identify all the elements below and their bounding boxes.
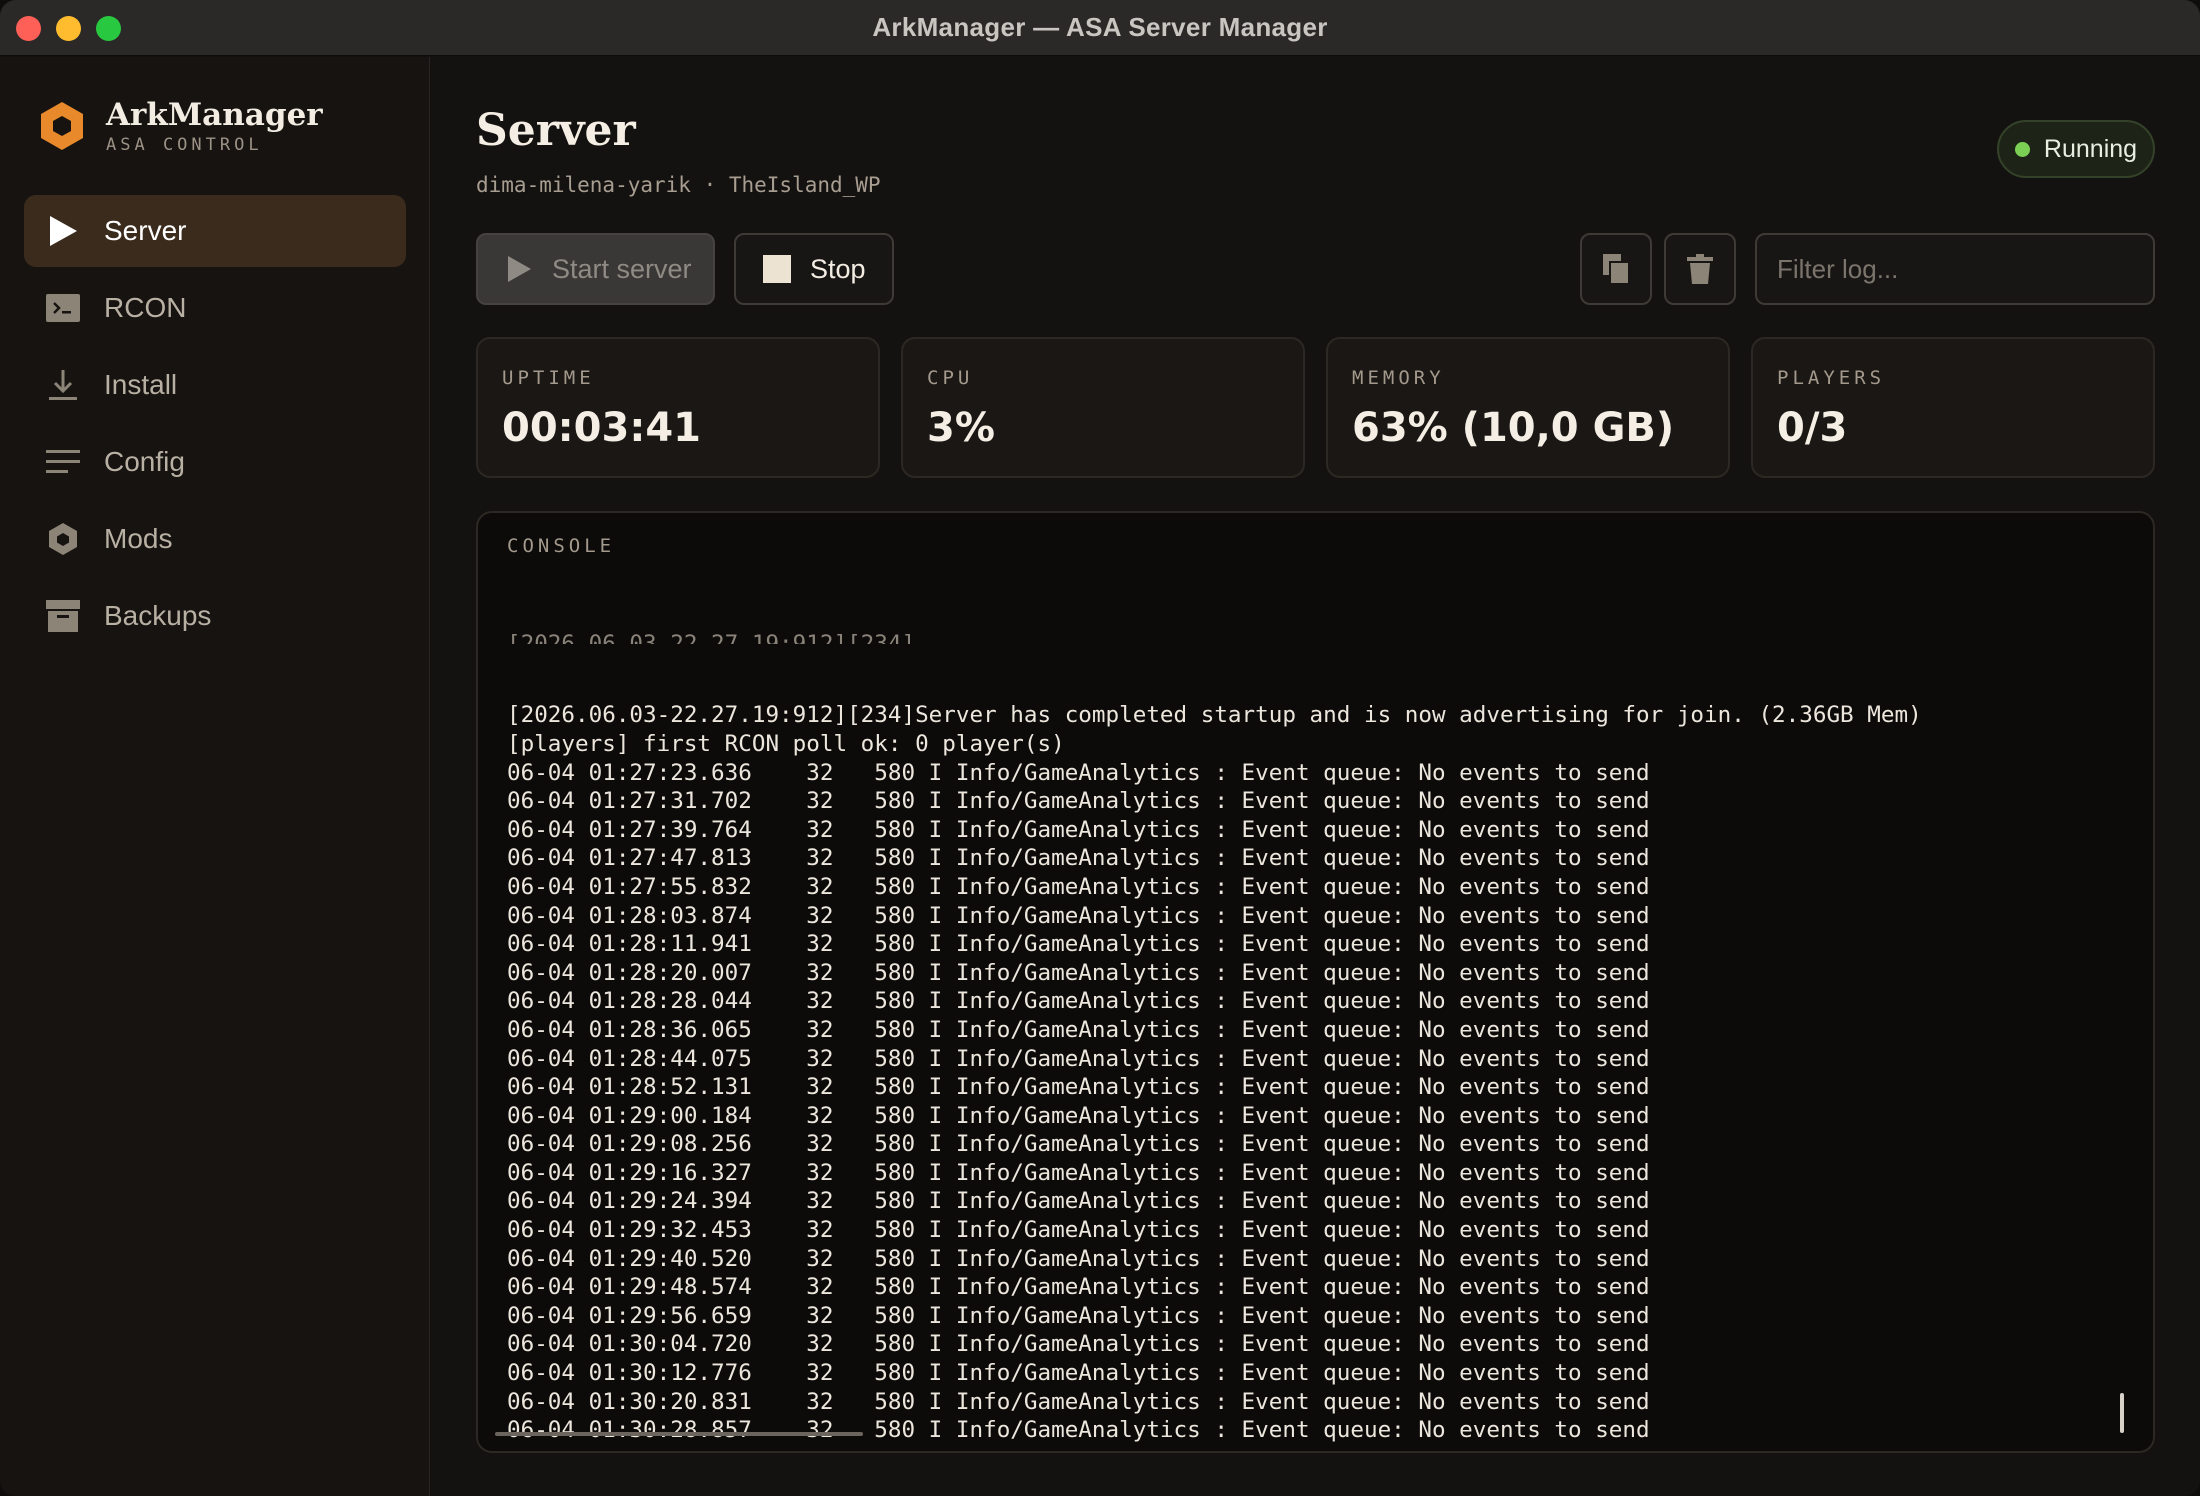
- console-line: 06-04 01:28:52.131 32 580 I Info/GameAna…: [507, 1074, 1650, 1101]
- stop-square-icon: [762, 254, 792, 284]
- title-bar: ArkManager — ASA Server Manager: [0, 0, 2200, 56]
- minimize-window-button[interactable]: [56, 16, 81, 41]
- sidebar-nav: Server RCON Install Config Mods Backups: [24, 195, 406, 657]
- console-line: 06-04 01:29:40.520 32 580 I Info/GameAna…: [507, 1245, 1650, 1272]
- console-line: [players] first RCON poll ok: 0 player(s…: [507, 730, 1065, 757]
- console-line: 06-04 01:29:00.184 32 580 I Info/GameAna…: [507, 1102, 1650, 1129]
- stat-label: UPTIME: [502, 367, 595, 389]
- console-line: 06-04 01:28:36.065 32 580 I Info/GameAna…: [507, 1016, 1650, 1043]
- console-panel: CONSOLE [2026.06.03-22.27.19:912][234] […: [476, 511, 2155, 1453]
- sidebar-item-label: Mods: [104, 523, 173, 554]
- start-server-label: Start server: [552, 253, 692, 284]
- sidebar-item-label: RCON: [104, 292, 187, 323]
- sidebar-item-backups[interactable]: Backups: [24, 580, 406, 652]
- players-card: PLAYERS 0/3: [1751, 337, 2155, 478]
- sidebar-item-rcon[interactable]: RCON: [24, 272, 406, 344]
- cpu-card: CPU 3%: [901, 337, 1305, 478]
- horizontal-scrollbar-thumb[interactable]: [495, 1432, 863, 1436]
- sidebar-item-config[interactable]: Config: [24, 426, 406, 498]
- clear-log-button[interactable]: [1664, 233, 1736, 305]
- archive-icon: [46, 599, 80, 633]
- console-line: 06-04 01:29:16.327 32 580 I Info/GameAna…: [507, 1159, 1650, 1186]
- sidebar-item-label: Backups: [104, 600, 212, 631]
- stat-label: PLAYERS: [1777, 367, 1886, 389]
- stat-value: 00:03:41: [502, 405, 701, 451]
- brand: ArkManager ASA CONTROL: [36, 97, 323, 155]
- console-line: 06-04 01:27:55.832 32 580 I Info/GameAna…: [507, 873, 1650, 900]
- sidebar-item-install[interactable]: Install: [24, 349, 406, 421]
- console-log[interactable]: [2026.06.03-22.27.19:912][234] [2026.06.…: [507, 573, 2107, 1445]
- status-label: Running: [2043, 134, 2138, 163]
- list-icon: [46, 445, 80, 479]
- play-icon: [46, 214, 80, 248]
- sidebar-item-label: Install: [104, 369, 178, 400]
- console-line: 06-04 01:29:48.574 32 580 I Info/GameAna…: [507, 1274, 1650, 1301]
- hexagon-logo-icon: [41, 102, 83, 150]
- console-line-partial: [2026.06.03-22.27.19:912][234]: [507, 631, 916, 645]
- start-server-button[interactable]: Start server: [476, 233, 715, 305]
- console-line: 06-04 01:30:12.776 32 580 I Info/GameAna…: [507, 1360, 1650, 1387]
- page-title: Server: [476, 105, 636, 156]
- stat-value: 3%: [927, 405, 995, 451]
- console-label: CONSOLE: [507, 535, 616, 557]
- console-line: 06-04 01:30:28.857 32 580 I Info/GameAna…: [507, 1417, 1650, 1444]
- console-line: 06-04 01:28:20.007 32 580 I Info/GameAna…: [507, 959, 1650, 986]
- console-line: 06-04 01:28:44.075 32 580 I Info/GameAna…: [507, 1045, 1650, 1072]
- console-line: 06-04 01:29:08.256 32 580 I Info/GameAna…: [507, 1131, 1650, 1158]
- filter-log-input[interactable]: [1755, 233, 2155, 305]
- stat-label: CPU: [927, 367, 974, 389]
- console-line: 06-04 01:27:39.764 32 580 I Info/GameAna…: [507, 816, 1650, 843]
- console-line: 06-04 01:27:31.702 32 580 I Info/GameAna…: [507, 788, 1650, 815]
- stop-button[interactable]: Stop: [734, 233, 894, 305]
- copy-icon: [1603, 254, 1629, 284]
- brand-subtitle: ASA CONTROL: [106, 135, 263, 155]
- server-subtitle: dima-milena-yarik · TheIsland_WP: [476, 173, 881, 197]
- brand-name: ArkManager: [106, 97, 323, 133]
- console-line: [2026.06.03-22.27.19:912][234]Server has…: [507, 702, 1922, 729]
- console-line: 06-04 01:30:20.831 32 580 I Info/GameAna…: [507, 1388, 1650, 1415]
- hexagon-icon: [46, 522, 80, 556]
- window-title: ArkManager — ASA Server Manager: [872, 12, 1328, 42]
- brand-text: ArkManager ASA CONTROL: [106, 97, 323, 155]
- status-dot-icon: [2014, 141, 2030, 157]
- sidebar-item-label: Config: [104, 446, 185, 477]
- stop-label: Stop: [810, 253, 866, 284]
- main-panel: Server dima-milena-yarik · TheIsland_WP …: [431, 57, 2200, 1496]
- close-window-button[interactable]: [16, 16, 41, 41]
- play-icon: [504, 254, 534, 284]
- console-line: 06-04 01:27:23.636 32 580 I Info/GameAna…: [507, 759, 1650, 786]
- console-line: 06-04 01:28:28.044 32 580 I Info/GameAna…: [507, 988, 1650, 1015]
- uptime-card: UPTIME 00:03:41: [476, 337, 880, 478]
- sidebar: ArkManager ASA CONTROL Server RCON Insta…: [0, 57, 430, 1496]
- console-line: 06-04 01:29:56.659 32 580 I Info/GameAna…: [507, 1302, 1650, 1329]
- download-icon: [46, 368, 80, 402]
- maximize-window-button[interactable]: [96, 16, 121, 41]
- console-line: 06-04 01:29:24.394 32 580 I Info/GameAna…: [507, 1188, 1650, 1215]
- console-lines: [2026.06.03-22.27.19:912][234]Server has…: [507, 701, 2107, 1445]
- trash-icon: [1687, 254, 1713, 284]
- console-line: 06-04 01:27:47.813 32 580 I Info/GameAna…: [507, 845, 1650, 872]
- sidebar-item-label: Server: [104, 215, 187, 246]
- terminal-icon: [46, 291, 80, 325]
- sidebar-item-server[interactable]: Server: [24, 195, 406, 267]
- app-window: ArkManager — ASA Server Manager ArkManag…: [0, 0, 2200, 1496]
- memory-card: MEMORY 63% (10,0 GB): [1326, 337, 1730, 478]
- console-line: 06-04 01:28:03.874 32 580 I Info/GameAna…: [507, 902, 1650, 929]
- sidebar-item-mods[interactable]: Mods: [24, 503, 406, 575]
- console-line: 06-04 01:29:32.453 32 580 I Info/GameAna…: [507, 1217, 1650, 1244]
- console-line: 06-04 01:28:11.941 32 580 I Info/GameAna…: [507, 931, 1650, 958]
- copy-log-button[interactable]: [1580, 233, 1652, 305]
- stat-label: MEMORY: [1352, 367, 1445, 389]
- window-controls: [16, 16, 121, 41]
- status-badge: Running: [1997, 120, 2155, 178]
- stat-value: 63% (10,0 GB): [1352, 405, 1675, 451]
- vertical-scrollbar-thumb[interactable]: [2120, 1393, 2124, 1433]
- stat-value: 0/3: [1777, 405, 1848, 451]
- console-line: 06-04 01:30:04.720 32 580 I Info/GameAna…: [507, 1331, 1650, 1358]
